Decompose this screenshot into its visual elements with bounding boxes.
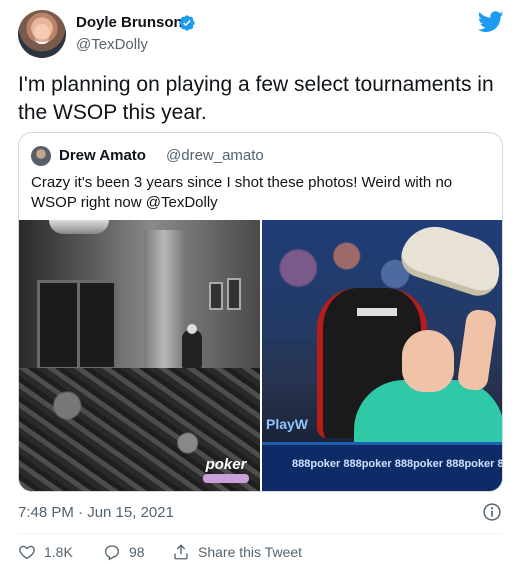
tweet-card: Doyle Brunson @TexDolly I'm planning on … [0, 0, 520, 564]
share-button[interactable]: Share this Tweet [172, 542, 302, 562]
heart-icon [19, 545, 35, 560]
author-name[interactable]: Doyle Brunson [76, 14, 183, 31]
poker-logo: poker [199, 456, 253, 484]
quoted-author-name: Drew Amato [59, 147, 146, 164]
share-label: Share this Tweet [198, 544, 303, 560]
reply-count: 98 [129, 544, 145, 560]
quoted-tweet-text: Crazy it's been 3 years since I shot the… [31, 174, 453, 211]
twitter-logo-icon[interactable] [478, 11, 504, 33]
like-count: 1.8K [44, 544, 73, 560]
divider [18, 533, 502, 534]
verified-icon [179, 15, 195, 31]
quoted-author-avatar [31, 146, 51, 166]
tweet-text: I'm planning on playing a few select tou… [18, 73, 494, 124]
quoted-photo-player[interactable]: PlayW 888poker 888poker 888poker 888poke… [262, 220, 503, 491]
quoted-author-handle: @drew_amato [166, 147, 264, 164]
author-handle[interactable]: @TexDolly [76, 36, 148, 53]
author-avatar[interactable] [18, 10, 66, 58]
like-button[interactable]: 1.8K [18, 542, 73, 562]
playw-sign: PlayW [266, 416, 309, 432]
info-icon[interactable] [482, 502, 502, 522]
share-icon [174, 544, 188, 560]
tweet-timestamp[interactable]: 7:48 PM · Jun 15, 2021 [18, 504, 174, 521]
reply-icon [104, 545, 120, 561]
reply-button[interactable]: 98 [103, 542, 145, 562]
quoted-photo-hallway[interactable]: poker [19, 220, 260, 491]
quoted-tweet[interactable]: Drew Amato @drew_amato Crazy it's been 3… [18, 132, 503, 492]
table-banner-text: 888poker 888poker 888poker 888poker 888p… [292, 458, 503, 470]
